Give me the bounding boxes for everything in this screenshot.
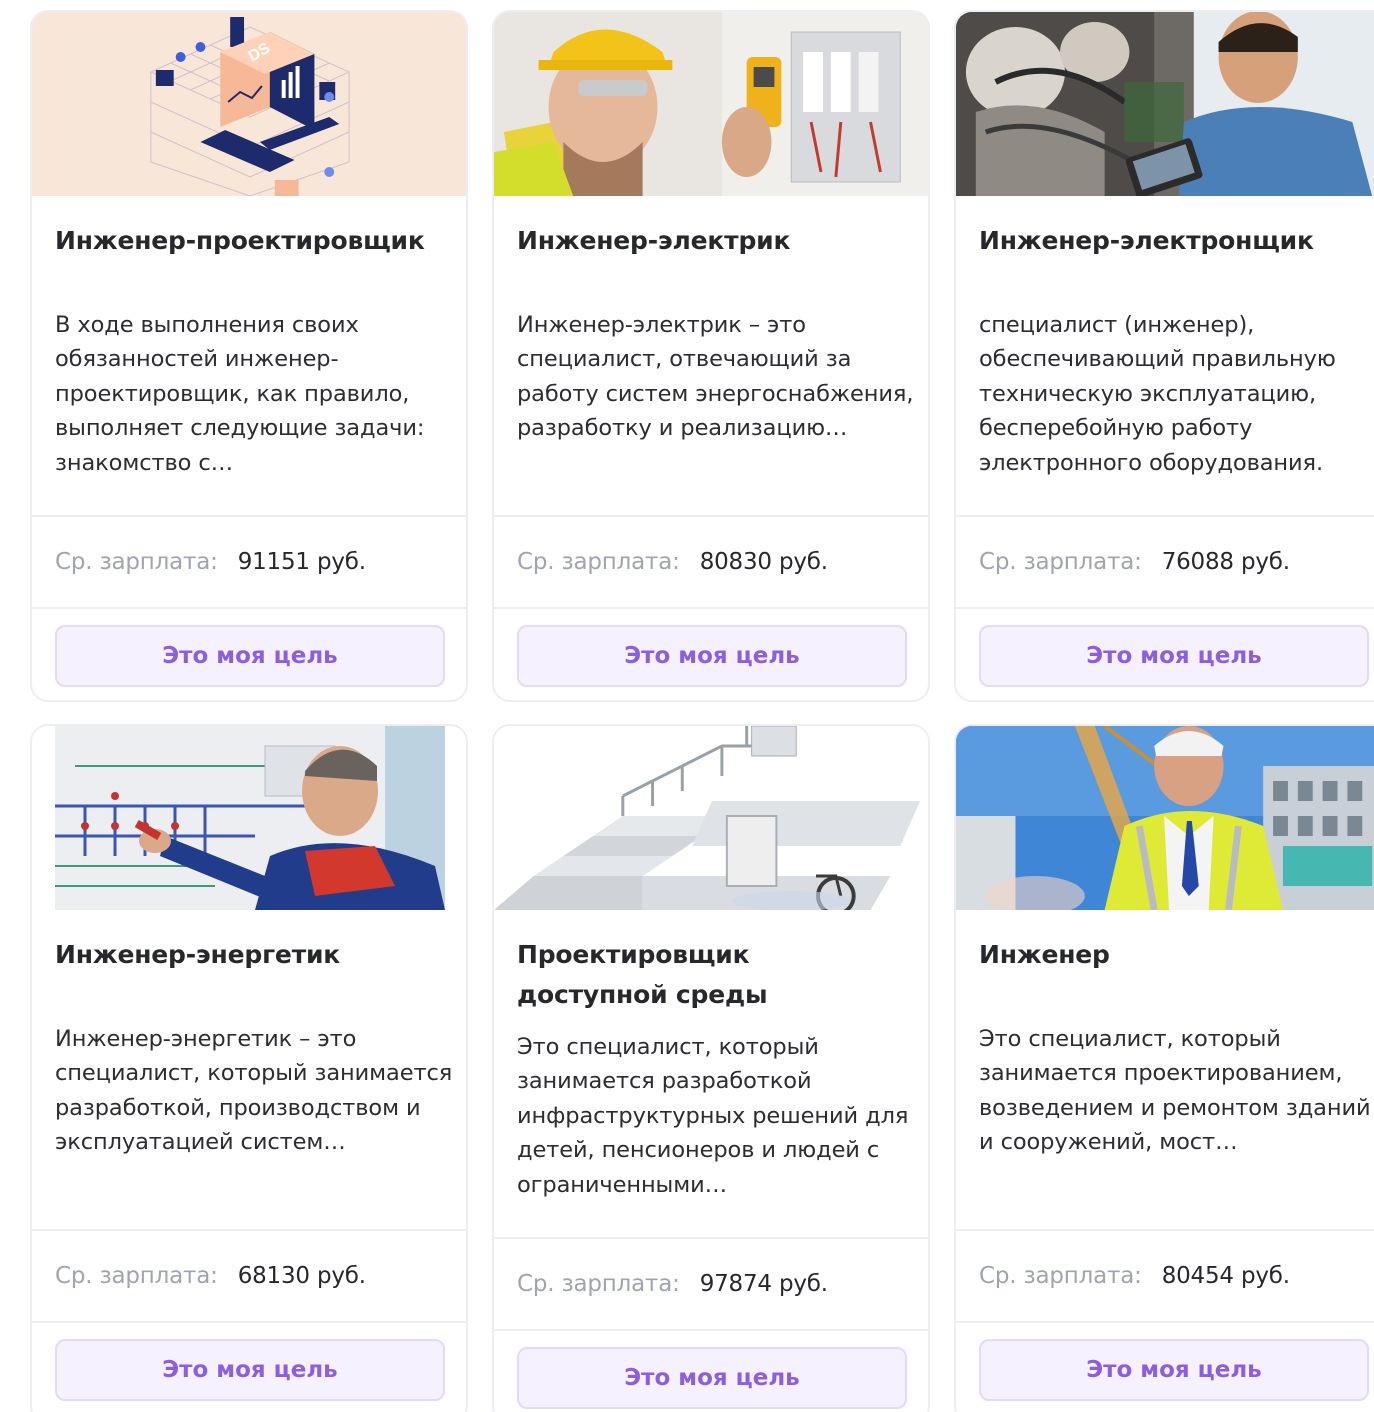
profession-card[interactable]: Инженер-электрик Инженер-электрик – это … bbox=[492, 10, 930, 702]
profession-card[interactable]: Инженер-энергетик Инженер-энергетик – эт… bbox=[30, 724, 468, 1412]
divider bbox=[494, 607, 928, 609]
salary-value: 76088 руб. bbox=[1161, 549, 1290, 575]
card-photo bbox=[494, 12, 928, 196]
set-goal-button[interactable]: Это моя цель bbox=[979, 1339, 1369, 1401]
card-title: Проектировщик доступной среды bbox=[517, 940, 768, 1009]
divider bbox=[956, 515, 1374, 517]
card-photo bbox=[956, 12, 1374, 196]
salary-label: Ср. зарплата: bbox=[55, 1263, 218, 1289]
card-photo bbox=[55, 726, 445, 910]
salary-value: 80454 руб. bbox=[1161, 1263, 1290, 1289]
profession-grid: DS Инженер-проектировщик В ходе выполнен… bbox=[0, 0, 1374, 1412]
salary-value: 91151 руб. bbox=[237, 549, 366, 575]
card-photo bbox=[956, 726, 1374, 910]
profession-card[interactable]: Инженер-электронщик специалист (инженер)… bbox=[954, 10, 1374, 702]
card-photo bbox=[494, 726, 928, 910]
salary-row: Ср. зарплата: 97874 руб. bbox=[517, 1264, 918, 1304]
divider bbox=[32, 1321, 466, 1323]
divider bbox=[494, 515, 928, 517]
card-description: Инженер-энергетик – это специалист, кото… bbox=[55, 1026, 453, 1156]
profession-card[interactable]: Проектировщик доступной среды Это специа… bbox=[492, 724, 930, 1412]
card-title: Инженер bbox=[979, 940, 1110, 969]
set-goal-button[interactable]: Это моя цель bbox=[979, 625, 1369, 687]
salary-label: Ср. зарплата: bbox=[979, 1263, 1142, 1289]
salary-label: Ср. зарплата: bbox=[517, 1271, 680, 1297]
divider bbox=[956, 1229, 1374, 1231]
divider bbox=[32, 1229, 466, 1231]
set-goal-button[interactable]: Это моя цель bbox=[517, 625, 907, 687]
card-description: Инженер-электрик – это специалист, отвеч… bbox=[517, 312, 914, 442]
divider bbox=[494, 1237, 928, 1239]
set-goal-button[interactable]: Это моя цель bbox=[55, 625, 445, 687]
salary-value: 97874 руб. bbox=[699, 1271, 828, 1297]
divider bbox=[494, 1329, 928, 1331]
salary-row: Ср. зарплата: 91151 руб. bbox=[55, 542, 456, 582]
set-goal-button[interactable]: Это моя цель bbox=[55, 1339, 445, 1401]
card-title: Инженер-энергетик bbox=[55, 940, 341, 969]
salary-value: 68130 руб. bbox=[237, 1263, 366, 1289]
divider bbox=[956, 607, 1374, 609]
card-title: Инженер-проектировщик bbox=[55, 226, 425, 255]
divider bbox=[32, 607, 466, 609]
card-description: Это специалист, который занимается проек… bbox=[979, 1026, 1371, 1156]
salary-label: Ср. зарплата: bbox=[517, 549, 680, 575]
card-description: В ходе выполнения своих обязанностей инж… bbox=[55, 312, 425, 476]
card-illustration: DS bbox=[32, 12, 466, 196]
salary-row: Ср. зарплата: 80830 руб. bbox=[517, 542, 918, 582]
divider bbox=[956, 1321, 1374, 1323]
card-title: Инженер-электрик bbox=[517, 226, 791, 255]
salary-label: Ср. зарплата: bbox=[55, 549, 218, 575]
salary-value: 80830 руб. bbox=[699, 549, 828, 575]
salary-row: Ср. зарплата: 76088 руб. bbox=[979, 542, 1374, 582]
salary-row: Ср. зарплата: 80454 руб. bbox=[979, 1256, 1374, 1296]
set-goal-button[interactable]: Это моя цель bbox=[517, 1347, 907, 1409]
card-description: специалист (инженер), обеспечивающий пра… bbox=[979, 312, 1336, 476]
card-title: Инженер-электронщик bbox=[979, 226, 1314, 255]
profession-card[interactable]: DS Инженер-проектировщик В ходе выполнен… bbox=[30, 10, 468, 702]
profession-card[interactable]: Инженер Это специалист, который занимает… bbox=[954, 724, 1374, 1412]
salary-row: Ср. зарплата: 68130 руб. bbox=[55, 1256, 456, 1296]
divider bbox=[32, 515, 466, 517]
salary-label: Ср. зарплата: bbox=[979, 549, 1142, 575]
card-description: Это специалист, который занимается разра… bbox=[517, 1034, 909, 1198]
